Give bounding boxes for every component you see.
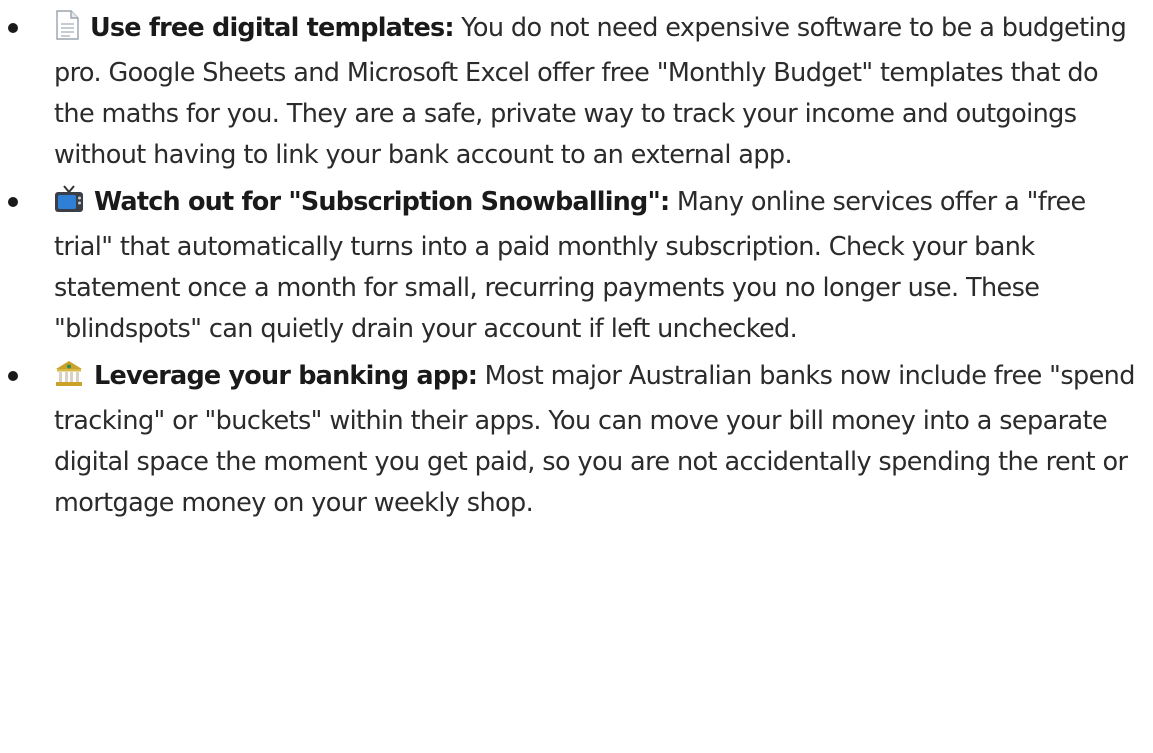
document-icon [54,10,80,53]
tips-list: Use free digital templates: You do not n… [0,0,1153,530]
list-item-subscriptions: Watch out for "Subscription Snowballing"… [0,182,1153,350]
television-icon [54,184,84,227]
list-item-templates: Use free digital templates: You do not n… [0,8,1153,176]
tip-title: Use free digital templates: [90,13,455,43]
bank-icon [54,358,84,401]
tip-title: Watch out for "Subscription Snowballing"… [94,187,670,217]
list-item-banking-app: Leverage your banking app: Most major Au… [0,356,1153,524]
tip-title: Leverage your banking app: [94,361,478,391]
